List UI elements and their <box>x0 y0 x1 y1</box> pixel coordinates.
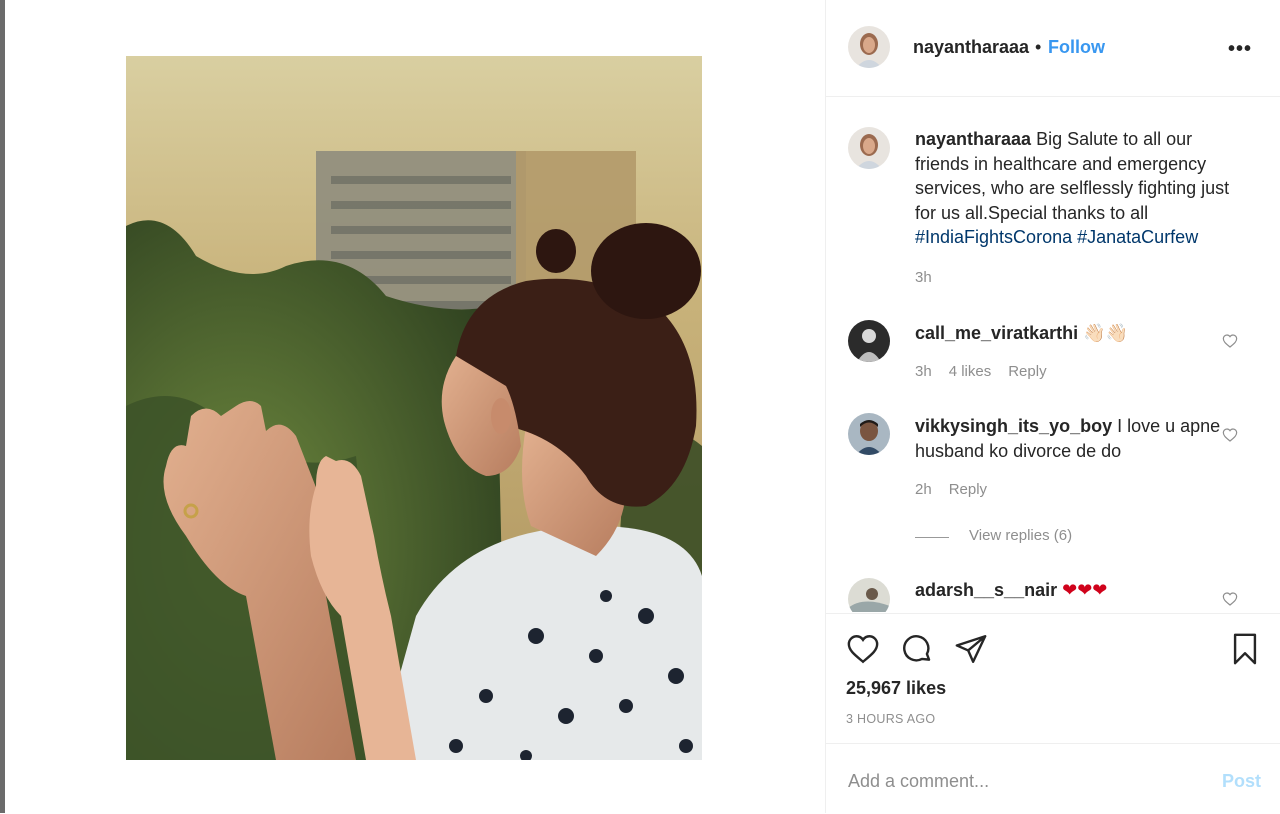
reply-button[interactable]: Reply <box>1008 363 1046 380</box>
comment-avatar[interactable] <box>848 413 890 455</box>
caption-time: 3h <box>915 269 932 286</box>
post-timestamp[interactable]: 3 HOURS AGO <box>846 712 935 726</box>
post-header: nayantharaaa • Follow ••• <box>826 0 1280 97</box>
comment-input[interactable] <box>846 766 1190 796</box>
comment-body: ❤❤❤ <box>1062 580 1108 600</box>
comment-avatar[interactable] <box>848 320 890 362</box>
separator-dot: • <box>1035 37 1042 57</box>
author-username[interactable]: nayantharaaa <box>913 37 1029 58</box>
comment-username[interactable]: call_me_viratkarthi <box>915 323 1078 343</box>
post-sidebar: nayantharaaa • Follow ••• nayantharaaa B… <box>825 0 1280 813</box>
media-pane <box>5 0 825 813</box>
comment-body: 👋🏻👋🏻 <box>1083 323 1128 343</box>
hashtag-link[interactable]: #IndiaFightsCorona <box>915 227 1072 247</box>
view-replies-button[interactable]: View replies (6) <box>969 527 1072 544</box>
comment-heart-icon[interactable] <box>1222 333 1238 349</box>
comment-username[interactable]: adarsh__s__nair <box>915 580 1057 600</box>
comment-username[interactable]: vikkysingh_its_yo_boy <box>915 416 1112 436</box>
comment-time: 2h <box>915 481 932 498</box>
comment-heart-icon[interactable] <box>1222 591 1238 607</box>
author-avatar[interactable] <box>848 26 890 68</box>
post-comment-button[interactable]: Post <box>1222 771 1261 792</box>
comment-likes[interactable]: 4 likes <box>949 363 992 380</box>
comment-text: adarsh__s__nair ❤❤❤ <box>915 578 1235 603</box>
comments-list[interactable]: nayantharaaa Big Salute to all our frien… <box>826 97 1280 612</box>
comment-text: call_me_viratkarthi 👋🏻👋🏻 <box>915 321 1235 346</box>
post-photo[interactable] <box>126 56 702 760</box>
comment-meta: 3h 4 likes Reply <box>915 363 1064 380</box>
view-replies-line <box>915 537 949 538</box>
comment-text: vikkysingh_its_yo_boy I love u apne husb… <box>915 414 1235 463</box>
comment-time: 3h <box>915 363 932 380</box>
add-comment-bar: Post <box>826 743 1280 814</box>
like-count[interactable]: 25,967 likes <box>846 678 946 699</box>
comment-meta: 2h Reply <box>915 481 1004 498</box>
bookmark-icon[interactable] <box>1228 632 1262 666</box>
caption-username[interactable]: nayantharaaa <box>915 129 1031 149</box>
caption-avatar[interactable] <box>848 127 890 169</box>
heart-icon[interactable] <box>846 632 880 666</box>
caption-meta: 3h <box>915 269 949 286</box>
caption-text: nayantharaaa Big Salute to all our frien… <box>915 127 1235 250</box>
follow-button[interactable]: Follow <box>1048 37 1105 58</box>
action-bar: 25,967 likes 3 HOURS AGO <box>826 613 1280 744</box>
reply-button[interactable]: Reply <box>949 481 987 498</box>
comment-avatar[interactable] <box>848 578 890 612</box>
hashtag-link[interactable]: #JanataCurfew <box>1077 227 1198 247</box>
comment-heart-icon[interactable] <box>1222 427 1238 443</box>
comment-bubble-icon[interactable] <box>900 632 934 666</box>
paper-plane-icon[interactable] <box>954 632 988 666</box>
ellipsis-icon[interactable]: ••• <box>1228 38 1252 61</box>
